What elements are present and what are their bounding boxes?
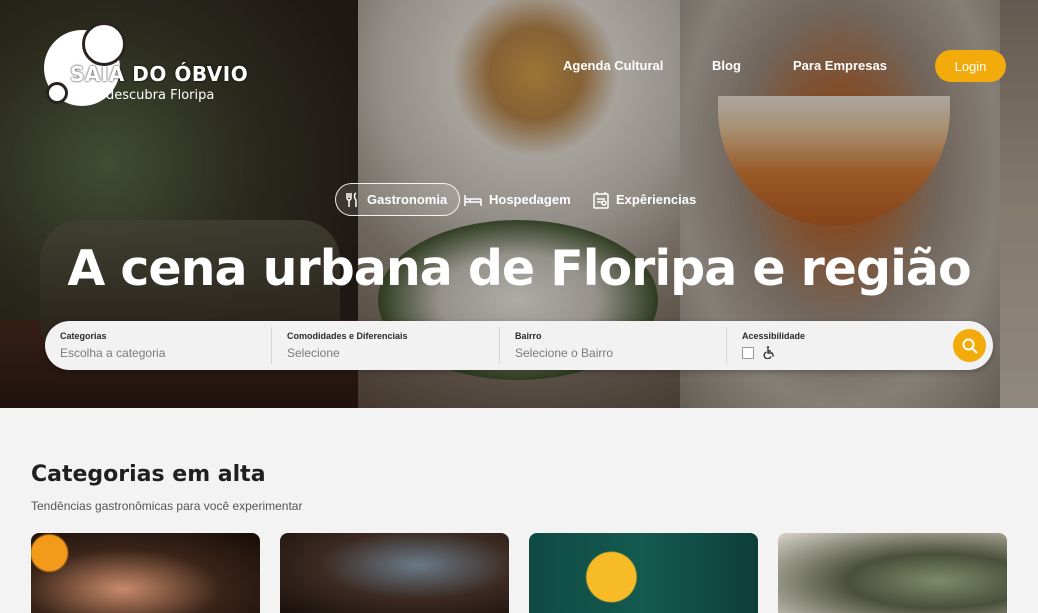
fork-knife-icon (346, 191, 357, 207)
hero-banner: SAIA DO ÓBVIO descubra Floripa Agenda Cu… (0, 0, 1038, 408)
field-label: Categorias (60, 331, 107, 341)
nav-para-empresas[interactable]: Para Empresas (793, 58, 887, 73)
tab-gastronomia[interactable]: Gastronomia (335, 183, 461, 216)
field-value: Selecione (287, 346, 340, 360)
search-icon (962, 338, 978, 354)
logo-tagline: descubra Floripa (106, 88, 215, 103)
field-label: Comodidades e Diferenciais (287, 331, 408, 341)
search-button[interactable] (953, 329, 986, 362)
tab-hospedagem[interactable]: Hospedagem (464, 183, 571, 216)
nav-agenda-cultural[interactable]: Agenda Cultural (563, 58, 663, 73)
field-value: Escolha a categoria (60, 346, 166, 360)
category-card[interactable] (778, 533, 1007, 613)
section-title: Categorias em alta (31, 462, 266, 487)
category-select[interactable]: Categorias Escolha a categoria (45, 321, 272, 370)
accessibility-filter: Acessibilidade (727, 321, 927, 370)
category-card[interactable] (280, 533, 509, 613)
search-bar: Categorias Escolha a categoria Comodidad… (45, 321, 993, 370)
bed-icon (464, 194, 482, 206)
login-button[interactable]: Login (935, 50, 1006, 82)
hero-headline: A cena urbana de Floripa e região (67, 240, 971, 297)
field-value: Selecione o Bairro (515, 346, 614, 360)
site-logo[interactable]: SAIA DO ÓBVIO descubra Floripa (44, 22, 248, 108)
logo-circle-top (82, 22, 126, 66)
wheelchair-icon (763, 346, 775, 360)
tab-experiencias[interactable]: Expêriencias (593, 183, 696, 216)
category-card[interactable] (31, 533, 260, 613)
amenities-select[interactable]: Comodidades e Diferenciais Selecione (272, 321, 499, 370)
ticket-icon (593, 191, 609, 209)
logo-circle-small (46, 82, 68, 104)
field-label: Acessibilidade (742, 331, 806, 341)
category-card[interactable] (529, 533, 758, 613)
nav-blog[interactable]: Blog (712, 58, 741, 73)
accessibility-checkbox[interactable] (742, 346, 754, 359)
neighborhood-select[interactable]: Bairro Selecione o Bairro (500, 321, 727, 370)
logo-wordmark: SAIA DO ÓBVIO (70, 62, 249, 86)
section-subtitle: Tendências gastronômicas para você exper… (31, 499, 303, 513)
field-label: Bairro (515, 331, 542, 341)
